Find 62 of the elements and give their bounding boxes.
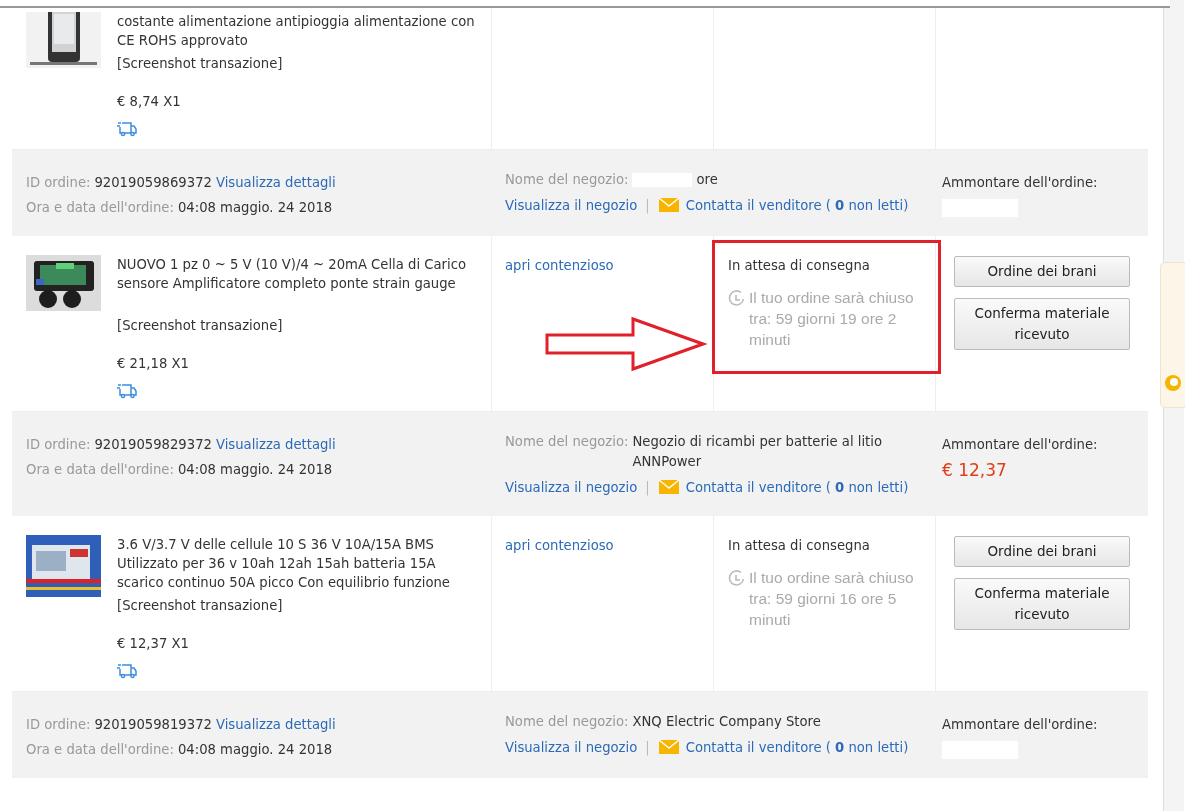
shop-name: Negozio di ricambi per batterie al litio ANNPower	[632, 433, 883, 471]
date-label: Ora e data dell'ordine:	[26, 462, 174, 477]
truck-icon	[117, 120, 137, 137]
id-label: ID ordine:	[26, 437, 91, 452]
snapshot-link[interactable]: [Screenshot transazione]	[117, 54, 283, 74]
shop-name: ore	[696, 171, 718, 189]
date-label: Ora e data dell'ordine:	[26, 742, 174, 757]
shop-name: XNQ Electric Company Store	[632, 713, 821, 731]
floating-widget[interactable]	[1160, 262, 1185, 408]
snapshot-link[interactable]: [Screenshot transazione]	[117, 596, 283, 616]
truck-icon	[117, 382, 137, 399]
dispute-link[interactable]: apri contenzioso	[505, 258, 614, 273]
order-button[interactable]: Ordine dei brani	[954, 256, 1130, 287]
mail-icon	[657, 478, 680, 496]
product-title[interactable]: 3.6 V/3.7 V delle cellule 10 S 36 V 10A/15A BMS Utilizzato per 36 v 10ah 12ah 15ah batteria 15A scarico continuo 50A picco Con equilibrio funzione	[117, 535, 477, 592]
product-title[interactable]: NUOVO 1 pz 0 ~ 5 V (10 V)/4 ~ 20mA Cella di Carico sensore Amplificatore completo ponte strain gauge	[117, 255, 477, 312]
separator: |	[645, 198, 650, 213]
order-id: 92019059829372	[94, 437, 212, 452]
details-link[interactable]: Visualizza dettagli	[215, 717, 336, 732]
contact-seller-link[interactable]: Contatta il venditore ( 0 non letti)	[685, 740, 909, 755]
order-amount: € 12,37	[942, 459, 1008, 482]
order-date: 04:08 maggio. 24 2018	[177, 462, 333, 477]
separator: |	[645, 740, 650, 755]
mail-icon	[657, 738, 680, 756]
id-label: ID ordine:	[26, 717, 91, 732]
date-label: Ora e data dell'ordine:	[26, 200, 174, 215]
countdown-text: Il tuo ordine sarà chiuso tra: 59 giorni 16 ore 5 minuti	[749, 568, 915, 630]
confirm-button[interactable]: Conferma materiale ricevuto	[954, 298, 1130, 350]
amount-label: Ammontare dell'ordine:	[942, 174, 1099, 192]
status-text: In attesa di consegna	[728, 257, 871, 275]
order-id: 92019059819372	[94, 717, 212, 732]
contact-seller-link[interactable]: Contatta il venditore ( 0 non letti)	[685, 198, 909, 213]
snapshot-link[interactable]: [Screenshot transazione]	[117, 316, 283, 336]
shop-label: Nome del negozio:	[505, 433, 629, 451]
price-text: € 8,74 X1	[117, 93, 181, 111]
contact-seller-link[interactable]: Contatta il venditore ( 0 non letti)	[685, 480, 909, 495]
clock-icon	[728, 570, 745, 587]
confirm-button[interactable]: Conferma materiale ricevuto	[954, 578, 1130, 630]
countdown-text: Il tuo ordine sarà chiuso tra: 59 giorni 19 ore 2 minuti	[749, 288, 915, 350]
price-text: € 21,18 X1	[117, 355, 189, 373]
shop-label: Nome del negozio:	[505, 171, 629, 189]
clock-icon	[728, 290, 745, 307]
price-text: € 12,37 X1	[117, 635, 189, 653]
mail-icon	[657, 196, 680, 214]
order-date: 04:08 maggio. 24 2018	[177, 200, 333, 215]
truck-icon	[117, 662, 137, 679]
separator: |	[645, 480, 650, 495]
order-button[interactable]: Ordine dei brani	[954, 536, 1130, 567]
view-shop-link[interactable]: Visualizza il negozio	[505, 740, 638, 755]
dispute-link[interactable]: apri contenzioso	[505, 538, 614, 553]
amount-label: Ammontare dell'ordine:	[942, 436, 1099, 454]
shop-label: Nome del negozio:	[505, 713, 629, 731]
status-text: In attesa di consegna	[728, 537, 871, 555]
view-shop-link[interactable]: Visualizza il negozio	[505, 198, 638, 213]
order-id: 92019059869372	[94, 175, 212, 190]
details-link[interactable]: Visualizza dettagli	[215, 175, 336, 190]
product-title[interactable]: costante alimentazione antipioggia alimentazione con CE ROHS approvato	[117, 12, 477, 50]
order-date: 04:08 maggio. 24 2018	[177, 742, 333, 757]
id-label: ID ordine:	[26, 175, 91, 190]
amount-label: Ammontare dell'ordine:	[942, 716, 1099, 734]
details-link[interactable]: Visualizza dettagli	[215, 437, 336, 452]
view-shop-link[interactable]: Visualizza il negozio	[505, 480, 638, 495]
